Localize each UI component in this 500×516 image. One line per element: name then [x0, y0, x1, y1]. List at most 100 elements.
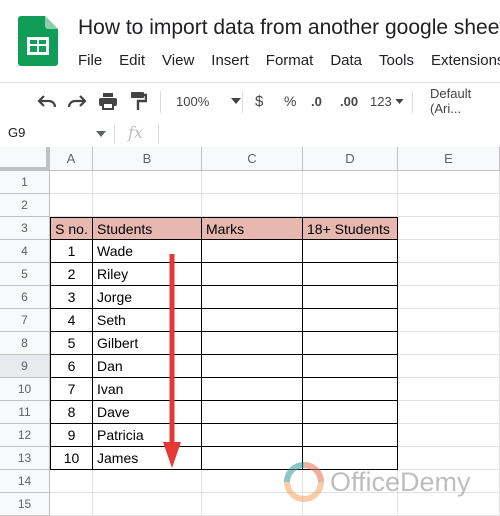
menu-format[interactable]: Format: [266, 52, 322, 69]
cell-c3[interactable]: Marks: [202, 217, 303, 240]
cell-a1[interactable]: [50, 171, 93, 194]
cell-a6[interactable]: 3: [50, 286, 93, 309]
cell-d7[interactable]: [303, 309, 398, 332]
cell-b5[interactable]: Riley: [93, 263, 202, 286]
cell-e6[interactable]: [398, 286, 500, 309]
row-header-15[interactable]: 15: [0, 493, 50, 516]
cell-b4[interactable]: Wade: [93, 240, 202, 263]
row-header-7[interactable]: 7: [0, 309, 50, 332]
cell-a8[interactable]: 5: [50, 332, 93, 355]
row-header-5[interactable]: 5: [0, 263, 50, 286]
menu-edit[interactable]: Edit: [119, 52, 153, 69]
print-button[interactable]: [98, 91, 118, 111]
google-sheets-logo-icon[interactable]: [18, 16, 58, 66]
cell-a9[interactable]: 6: [50, 355, 93, 378]
cell-b6[interactable]: Jorge: [93, 286, 202, 309]
cell-d12[interactable]: [303, 424, 398, 447]
cell-c1[interactable]: [202, 171, 303, 194]
cell-c4[interactable]: [202, 240, 303, 263]
row-header-2[interactable]: 2: [0, 194, 50, 217]
more-formats-select[interactable]: 123: [370, 91, 404, 111]
cell-d10[interactable]: [303, 378, 398, 401]
cell-d4[interactable]: [303, 240, 398, 263]
chevron-down-icon[interactable]: [96, 131, 106, 137]
decrease-decimal-button[interactable]: .0: [311, 91, 322, 111]
cell-a14[interactable]: [50, 470, 93, 493]
font-select[interactable]: Default (Ari...: [430, 86, 500, 116]
cell-a2[interactable]: [50, 194, 93, 217]
row-header-14[interactable]: 14: [0, 470, 50, 493]
cell-d11[interactable]: [303, 401, 398, 424]
cell-e11[interactable]: [398, 401, 500, 424]
cell-d8[interactable]: [303, 332, 398, 355]
cell-e12[interactable]: [398, 424, 500, 447]
menu-file[interactable]: File: [78, 52, 110, 69]
cell-e3[interactable]: [398, 217, 500, 240]
cell-b11[interactable]: Dave: [93, 401, 202, 424]
percent-button[interactable]: %: [284, 91, 296, 111]
menu-extensions[interactable]: Extensions: [431, 52, 500, 69]
paint-format-button[interactable]: [129, 91, 147, 111]
row-header-1[interactable]: 1: [0, 171, 50, 194]
cell-d6[interactable]: [303, 286, 398, 309]
row-header-10[interactable]: 10: [0, 378, 50, 401]
undo-button[interactable]: [36, 91, 58, 111]
cell-c7[interactable]: [202, 309, 303, 332]
menu-tools[interactable]: Tools: [379, 52, 422, 69]
cell-c2[interactable]: [202, 194, 303, 217]
cell-a15[interactable]: [50, 493, 93, 516]
cell-b12[interactable]: Patricia: [93, 424, 202, 447]
increase-decimal-button[interactable]: .00: [340, 91, 358, 111]
zoom-select[interactable]: 100%: [176, 91, 242, 111]
cell-b3[interactable]: Students: [93, 217, 202, 240]
column-header-e[interactable]: E: [398, 147, 500, 171]
row-header-12[interactable]: 12: [0, 424, 50, 447]
cell-d9[interactable]: [303, 355, 398, 378]
cell-a4[interactable]: 1: [50, 240, 93, 263]
cell-b8[interactable]: Gilbert: [93, 332, 202, 355]
cell-a11[interactable]: 8: [50, 401, 93, 424]
cell-b2[interactable]: [93, 194, 202, 217]
menu-view[interactable]: View: [162, 52, 202, 69]
cell-e4[interactable]: [398, 240, 500, 263]
cell-e10[interactable]: [398, 378, 500, 401]
cell-e1[interactable]: [398, 171, 500, 194]
cell-c12[interactable]: [202, 424, 303, 447]
cell-e8[interactable]: [398, 332, 500, 355]
cell-b9[interactable]: Dan: [93, 355, 202, 378]
cell-c6[interactable]: [202, 286, 303, 309]
cell-b10[interactable]: Ivan: [93, 378, 202, 401]
menu-data[interactable]: Data: [330, 52, 370, 69]
cell-e9[interactable]: [398, 355, 500, 378]
cell-b13[interactable]: James: [93, 447, 202, 470]
row-header-3[interactable]: 3: [0, 217, 50, 240]
column-header-c[interactable]: C: [202, 147, 303, 171]
currency-button[interactable]: $: [255, 91, 263, 111]
column-header-b[interactable]: B: [93, 147, 202, 171]
row-header-11[interactable]: 11: [0, 401, 50, 424]
cell-b15[interactable]: [93, 493, 202, 516]
redo-button[interactable]: [66, 91, 88, 111]
name-box[interactable]: G9: [8, 125, 25, 140]
cell-d5[interactable]: [303, 263, 398, 286]
cell-a7[interactable]: 4: [50, 309, 93, 332]
cell-a10[interactable]: 7: [50, 378, 93, 401]
cell-e7[interactable]: [398, 309, 500, 332]
cell-e5[interactable]: [398, 263, 500, 286]
cell-b1[interactable]: [93, 171, 202, 194]
cell-c11[interactable]: [202, 401, 303, 424]
row-header-13[interactable]: 13: [0, 447, 50, 470]
cell-a12[interactable]: 9: [50, 424, 93, 447]
cell-e2[interactable]: [398, 194, 500, 217]
cell-b14[interactable]: [93, 470, 202, 493]
cell-d1[interactable]: [303, 171, 398, 194]
cell-c9[interactable]: [202, 355, 303, 378]
cell-a3[interactable]: S no.: [50, 217, 93, 240]
row-header-8[interactable]: 8: [0, 332, 50, 355]
cell-b7[interactable]: Seth: [93, 309, 202, 332]
cell-d2[interactable]: [303, 194, 398, 217]
column-header-d[interactable]: D: [303, 147, 398, 171]
cell-d3[interactable]: 18+ Students: [303, 217, 398, 240]
document-title[interactable]: How to import data from another google s…: [78, 16, 500, 40]
menu-insert[interactable]: Insert: [211, 52, 257, 69]
